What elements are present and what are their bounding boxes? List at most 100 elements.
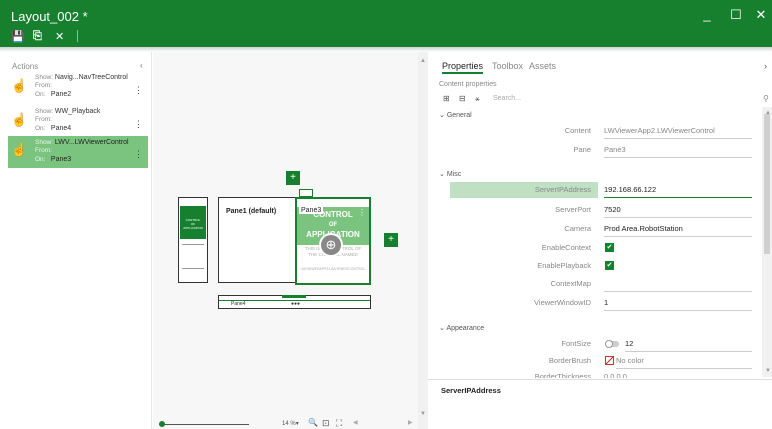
content-properties-label: Content properties (439, 81, 497, 88)
contextmap-input[interactable] (604, 279, 752, 292)
on-label: On: (35, 125, 46, 132)
enableplayback-checkbox[interactable]: ✔ (605, 261, 614, 270)
prop-label-content: Content (564, 126, 591, 135)
prop-label-viewerwindowid: ViewerWindowID (534, 298, 591, 307)
description-divider (428, 379, 772, 380)
small-application-text: APPLICATION (183, 226, 203, 230)
serverport-input[interactable]: 7520 (604, 205, 752, 218)
save-as-icon[interactable]: ⎘ (33, 30, 42, 43)
show-value: WW_Playback (54, 108, 101, 115)
pane3-preview[interactable]: CONTROL OF APPLICATION Pane3 ⋮ THIS IS T… (295, 197, 371, 285)
show-label: Show: (35, 74, 54, 81)
footer-text: LWVIEWERAPP2.LWVIEWERCONTROL (300, 267, 366, 271)
show-value: LWV...LWViewerControl (54, 139, 129, 146)
zoom-slider-track[interactable] (159, 424, 249, 425)
show-label: Show: (35, 139, 54, 146)
canvas-vertical-scrollbar[interactable]: ▲ ▼ (418, 52, 428, 429)
collapse-actions-button[interactable]: ‹ (140, 61, 143, 70)
tab-properties[interactable]: Properties (442, 61, 484, 74)
pane3-label: Pane3 (299, 207, 324, 214)
collapse-all-icon[interactable]: ⊟ (459, 94, 466, 103)
prop-label-pane: Pane (573, 145, 591, 154)
pane4-preview[interactable]: Pane4 ●●● (218, 295, 371, 309)
on-value: Pane3 (50, 156, 72, 163)
prop-value-content: LWViewerApp2.LWViewerControl (604, 126, 752, 139)
more-icon[interactable]: ⋮ (134, 119, 143, 130)
pane2-preview[interactable]: CONTROL OF APPLICATION (178, 197, 208, 283)
chevron-down-icon: ⌄ (439, 171, 445, 178)
layout-canvas[interactable]: CONTROL OF APPLICATION Pane1 (default) C… (153, 52, 418, 429)
move-handle-icon[interactable]: ⊕ (321, 235, 341, 255)
pane3-more-icon[interactable]: ⋮ (358, 208, 366, 217)
maximize-button[interactable]: ☐ (726, 7, 746, 23)
fontsize-toggle[interactable] (605, 340, 619, 348)
scroll-down-icon[interactable]: ▼ (420, 411, 426, 417)
zoom-slider-thumb[interactable] (159, 421, 165, 427)
scroll-right-icon[interactable]: ▶ (408, 419, 413, 426)
fontsize-input[interactable]: 12 (625, 339, 752, 352)
camera-input[interactable]: Prod Area.RobotStation (604, 224, 752, 237)
prop-label-serverip: ServerIPAddress (534, 185, 591, 194)
description-title: ServerIPAddress (441, 386, 501, 395)
actions-panel: Actions ‹ ☝ Show: Navig...NavTreeControl… (0, 52, 152, 429)
zoom-level[interactable]: 14 % (282, 421, 296, 427)
group-misc[interactable]: ⌄ Misc (439, 170, 461, 178)
prop-label-borderthickness: BorderThickness (534, 372, 591, 378)
from-label: From: (35, 147, 52, 154)
enablecontext-checkbox[interactable]: ✔ (605, 243, 614, 252)
no-color-icon[interactable] (605, 356, 614, 365)
borderthickness-value[interactable]: 0,0,0,0 (604, 372, 752, 378)
show-label: Show: (35, 108, 54, 115)
expand-panel-icon[interactable]: › (764, 61, 767, 71)
prop-label-fontsize: FontSize (561, 339, 591, 348)
pane1-preview[interactable]: Pane1 (default) (218, 197, 298, 283)
properties-panel: Properties Toolbox Assets › Content prop… (428, 52, 772, 429)
search-input[interactable]: Search... (493, 95, 521, 102)
tab-assets[interactable]: Assets (529, 61, 556, 71)
pane4-label: Pane4 (231, 301, 246, 307)
pane1-label: Pane1 (default) (226, 208, 277, 215)
scroll-up-icon[interactable]: ▲ (765, 110, 771, 116)
on-value: Pane2 (50, 91, 72, 98)
fit-icon[interactable]: ⊡ (322, 418, 330, 429)
show-action-icon: ☝ (11, 142, 28, 157)
save-icon[interactable]: 💾 (11, 30, 25, 43)
scroll-down-icon[interactable]: ▼ (765, 368, 771, 374)
search-icon[interactable]: ⚲ (763, 94, 769, 103)
serverip-input[interactable]: 192.168.66.122 (604, 185, 752, 198)
chevron-down-icon: ⌄ (439, 325, 445, 332)
action-item[interactable]: ☝ Show: Navig...NavTreeControl From: On:… (8, 72, 148, 103)
add-pane-top-button[interactable]: + (286, 171, 300, 185)
action-item[interactable]: ☝ Show: WW_Playback From: On: Pane4 ⋮ (8, 106, 148, 137)
close-layout-icon[interactable]: ✕ (55, 30, 64, 43)
prop-value-pane: Pane3 (604, 145, 752, 158)
actions-title: Actions (12, 62, 39, 71)
chevron-down-icon: ⌄ (439, 112, 445, 119)
properties-scrollbar-thumb[interactable] (764, 114, 770, 254)
prop-label-serverport: ServerPort (555, 205, 591, 214)
expand-icon[interactable]: ⛶ (336, 418, 342, 429)
from-label: From: (35, 82, 52, 89)
borderbrush-value[interactable]: No color (616, 356, 752, 369)
minimize-button[interactable]: _ (697, 7, 717, 22)
scroll-up-icon[interactable]: ▲ (420, 58, 426, 64)
action-item-selected[interactable]: ☝ Show: LWV...LWViewerControl From: On: … (8, 136, 148, 168)
add-pane-right-button[interactable]: + (384, 233, 398, 247)
expand-all-icon[interactable]: ⊞ (443, 94, 450, 103)
pane2-control: CONTROL OF APPLICATION (180, 206, 206, 239)
more-icon[interactable]: ⋮ (134, 149, 143, 160)
tab-toolbox[interactable]: Toolbox (492, 61, 523, 71)
zoom-in-icon[interactable]: 🔍 (308, 418, 318, 427)
close-button[interactable]: ✕ (751, 7, 771, 23)
more-icon[interactable]: ⋮ (134, 85, 143, 96)
group-general[interactable]: ⌄ General (439, 111, 472, 119)
scroll-left-icon[interactable]: ◀ (353, 419, 358, 426)
group-appearance[interactable]: ⌄ Appearance (439, 324, 484, 332)
pane3-top-handle[interactable] (299, 189, 313, 197)
prop-label-camera: Camera (564, 224, 591, 233)
viewerwindowid-input[interactable]: 1 (604, 298, 752, 311)
toolbar-divider (77, 30, 78, 42)
sort-icon[interactable]: ⚹ (475, 94, 480, 104)
on-label: On: (35, 91, 46, 98)
show-action-icon: ☝ (11, 112, 28, 127)
